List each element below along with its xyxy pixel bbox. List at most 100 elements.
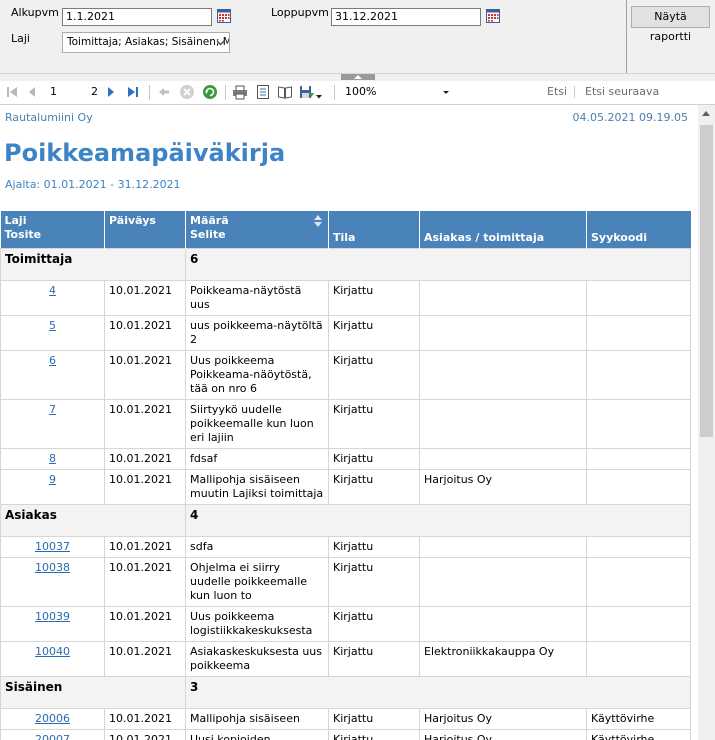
doc-link[interactable]: 4 (49, 284, 56, 297)
reason-cell (586, 468, 691, 505)
doc-cell: 7 (0, 398, 105, 449)
date-cell: 10.01.2021 (104, 447, 186, 470)
doc-link[interactable]: 10038 (35, 561, 70, 574)
header-desc: Selite (190, 228, 226, 241)
party-cell (419, 556, 587, 607)
vertical-scrollbar[interactable] (698, 105, 715, 740)
table-row: 20006 10.01.2021 Mallipohja sisäiseen Kirja… (0, 707, 691, 730)
description-cell: Uus poikkeema Poikkeama-näöytöstä, tää o… (185, 349, 329, 400)
party-cell (419, 349, 587, 400)
doc-link[interactable]: 10039 (35, 610, 70, 623)
reason-cell (586, 398, 691, 449)
doc-link[interactable]: 20006 (35, 712, 70, 725)
params-divider (626, 0, 627, 73)
party-cell: Elektroniikkakauppa Oy (419, 640, 587, 677)
table-row: 10039 10.01.2021 Uus poikkeema logistiikka… (0, 605, 691, 642)
date-cell: 10.01.2021 (104, 556, 186, 607)
date-cell: 10.01.2021 (104, 349, 186, 400)
export-icon[interactable] (299, 84, 315, 100)
type-select[interactable]: Toimittaja; Asiakas; Sisäinen; M (62, 32, 230, 53)
report-toolbar: 1 2 100% Etsi Etsi seuraava (0, 81, 715, 105)
date-cell: 10.01.2021 (104, 468, 186, 505)
doc-cell: 6 (0, 349, 105, 400)
doc-cell: 10039 (0, 605, 105, 642)
back-icon[interactable] (157, 84, 171, 100)
reason-cell (586, 535, 691, 558)
last-page-icon[interactable] (126, 84, 140, 100)
table-row: 9 10.01.2021 Mallipohja sisäiseen muutin L… (0, 468, 691, 505)
reason-cell: Käyttövirhe (586, 728, 691, 740)
doc-cell: 20007 (0, 728, 105, 740)
doc-link[interactable]: 20007 (35, 733, 70, 740)
description-cell: Uus poikkeema logistiikkakeskuksesta (185, 605, 329, 642)
print-icon[interactable] (232, 84, 248, 100)
doc-link[interactable]: 5 (49, 319, 56, 332)
party-cell (419, 447, 587, 470)
find-input[interactable] (463, 83, 537, 101)
total-pages: 2 (91, 85, 98, 98)
description-cell: Poikkeama-näytöstä uus (185, 279, 329, 316)
first-page-icon[interactable] (5, 84, 19, 100)
doc-link[interactable]: 6 (49, 354, 56, 367)
find-button[interactable]: Etsi (547, 83, 567, 101)
header-doc: Tosite (4, 228, 42, 241)
date-range: Ajalta: 01.01.2021 - 31.12.2021 (5, 178, 181, 191)
print-layout-icon[interactable] (256, 84, 270, 100)
page-setup-icon[interactable] (277, 84, 293, 100)
stop-icon[interactable] (179, 84, 195, 100)
doc-link[interactable]: 9 (49, 473, 56, 486)
company-name: Rautalumiini Oy (5, 111, 93, 124)
doc-link[interactable]: 8 (49, 452, 56, 465)
header-party: Asiakas / toimittaja (419, 211, 587, 248)
date-cell: 10.01.2021 (104, 640, 186, 677)
status-cell: Kirjattu (328, 349, 420, 400)
header-date[interactable]: Päiväys (104, 211, 186, 248)
status-cell: Kirjattu (328, 314, 420, 351)
header-type: Laji (4, 214, 27, 227)
doc-link[interactable]: 10040 (35, 645, 70, 658)
next-page-icon[interactable] (105, 84, 117, 100)
party-cell (419, 605, 587, 642)
calendar-icon[interactable] (486, 9, 500, 23)
date-cell: 10.01.2021 (104, 605, 186, 642)
current-page-input[interactable]: 1 (45, 83, 90, 101)
reason-cell (586, 556, 691, 607)
doc-link[interactable]: 7 (49, 403, 56, 416)
find-next-button[interactable]: Etsi seuraava (585, 83, 659, 101)
status-cell: Kirjattu (328, 535, 420, 558)
end-date-label: Loppupvm (271, 6, 329, 19)
reason-cell: Käyttövirhe (586, 707, 691, 730)
toolbar-separator (334, 85, 335, 100)
scroll-up-icon[interactable] (702, 111, 710, 116)
header-qty-desc[interactable]: Määrä Selite (185, 211, 329, 248)
group-row: Sisäinen 3 (0, 675, 691, 709)
sort-icon[interactable] (314, 215, 322, 227)
table-row: 20007 10.01.2021Uusi kopioiden Poikkeema-… (0, 728, 691, 740)
report-viewport: Rautalumiini Oy 04.05.2021 09.19.05 Poik… (0, 105, 715, 740)
doc-cell: 5 (0, 314, 105, 351)
party-cell (419, 535, 587, 558)
group-name: Sisäinen (0, 675, 186, 709)
collapse-arrow-icon[interactable] (341, 74, 375, 80)
report-page: Rautalumiini Oy 04.05.2021 09.19.05 Poik… (0, 105, 698, 740)
status-cell: Kirjattu (328, 468, 420, 505)
description-cell: uus poikkeema-näytöltä 2 (185, 314, 329, 351)
status-cell: Kirjattu (328, 605, 420, 642)
previous-page-icon[interactable] (26, 84, 38, 100)
description-cell: Siirtyykö uudelle poikkeemalle kun luon … (185, 398, 329, 449)
status-cell: Kirjattu (328, 279, 420, 316)
start-date-field[interactable]: 1.1.2021 (62, 8, 212, 26)
group-name: Toimittaja (0, 247, 186, 281)
view-report-button[interactable]: Näytä raportti (631, 6, 710, 43)
scrollbar-thumb[interactable] (700, 125, 713, 437)
export-dropdown-icon[interactable] (316, 89, 322, 105)
table-row: 8 10.01.2021 fdsaf Kirjattu (0, 447, 691, 470)
zoom-select[interactable]: 100% (342, 83, 455, 101)
header-reason: Syykoodi (586, 211, 691, 248)
calendar-icon[interactable] (217, 9, 231, 23)
doc-link[interactable]: 10037 (35, 540, 70, 553)
header-qty: Määrä (190, 214, 229, 227)
refresh-icon[interactable] (202, 84, 218, 100)
description-cell: sdfa (185, 535, 329, 558)
end-date-field[interactable]: 31.12.2021 (331, 8, 481, 26)
